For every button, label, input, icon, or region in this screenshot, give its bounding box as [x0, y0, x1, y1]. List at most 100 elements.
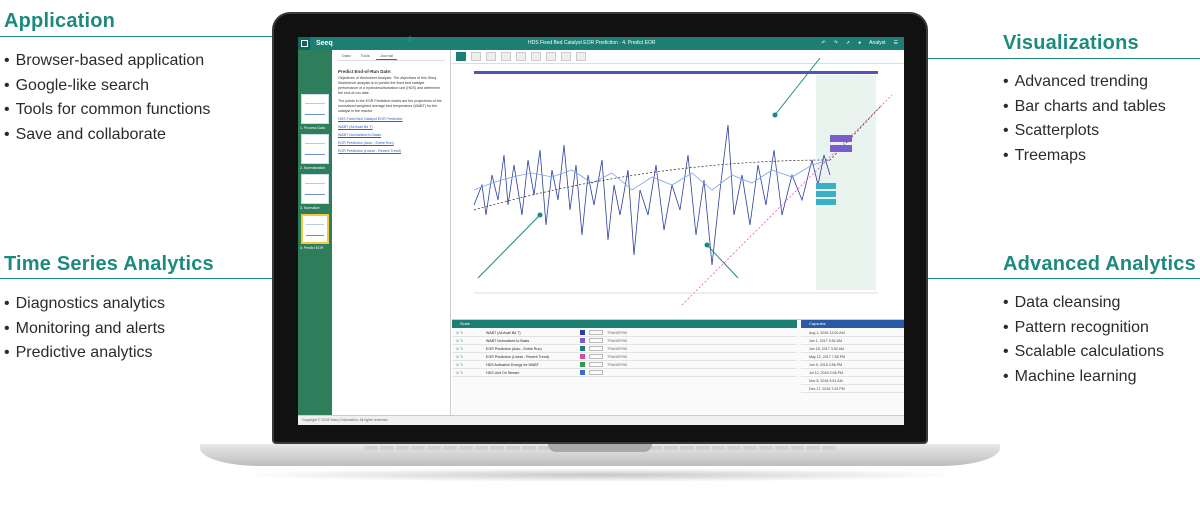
app-header: Seeq HDS Fixed Bed Catalyst EOR Predicti… [298, 37, 904, 50]
advanced-title: Advanced Analytics [1003, 253, 1196, 275]
capsule-row[interactable]: Nov 5, 2018 9:51 AM [801, 377, 904, 385]
row-icons: ☑ ✎ [456, 338, 464, 343]
tab-tools[interactable]: Tools [356, 52, 373, 60]
capsule-row[interactable]: Aug 1, 2016 12:00 AM [801, 329, 904, 337]
capsule-row[interactable]: Jun 9, 2018 3:56 PM [801, 361, 904, 369]
menu-icon[interactable]: ☰ [894, 40, 898, 46]
capsules-header[interactable]: Capsules [801, 320, 904, 328]
table-row[interactable]: ☑ ✎ WABT Normalized to Basis TRANSFRM [452, 337, 797, 345]
axis-label: TRANSFRM [607, 362, 627, 367]
journal-link[interactable]: WABT (All Avail Bd T) [338, 125, 445, 130]
row-icons: ☑ ✎ [456, 370, 464, 375]
journal-link[interactable]: EOR Prediction (Auto - Entire Run) [338, 141, 445, 146]
signal-swatch[interactable] [580, 370, 585, 375]
journal-link[interactable]: WABT Normalized to Basis [338, 133, 445, 138]
table-row[interactable]: ☑ ✎ EOR Prediction (Linear - Recent Tren… [452, 353, 797, 361]
toolbar-button[interactable] [486, 52, 496, 61]
signal-swatch[interactable] [580, 354, 585, 359]
axis-field[interactable] [589, 330, 603, 335]
worksheet-thumb[interactable] [301, 134, 329, 164]
axis-label: TRANSFRM [607, 354, 627, 359]
signal-swatch[interactable] [580, 338, 585, 343]
time-series-item: Diagnostics analytics [4, 292, 214, 317]
time-series-list: Diagnostics analytics Monitoring and ale… [4, 292, 214, 366]
signal-name: WABT (All Avail Bd T) [486, 330, 521, 335]
visualizations-list: Advanced trending Bar charts and tables … [1003, 70, 1166, 168]
worksheet-thumb-selected[interactable] [301, 214, 329, 244]
toolbar-button[interactable] [561, 52, 571, 61]
trend-chart[interactable] [452, 65, 904, 317]
capsule-row[interactable]: Jan 18, 2017 3:52 AM [801, 345, 904, 353]
toolbar-button[interactable] [516, 52, 526, 61]
application-list: Browser-based application Google-like se… [4, 49, 211, 147]
worksheet-thumb-label: 2. Normalization [300, 166, 326, 170]
application-title: Application [4, 10, 116, 32]
laptop-shadow [230, 468, 970, 482]
worksheet-thumb-label: 4. Predict EOR [300, 246, 324, 250]
trend-area [452, 50, 904, 318]
journal-paragraph: The points in the EOR Prediction charts … [338, 99, 442, 113]
worksheet-thumbnails: 1. Process Data 2. Normalization 3. Norm… [298, 50, 332, 415]
app-grid-icon[interactable] [298, 37, 310, 50]
trend-view-button[interactable] [456, 52, 466, 61]
axis-field[interactable] [589, 346, 603, 351]
capsule-row[interactable]: Jan 1, 2017 9:52 AM [801, 337, 904, 345]
visualizations-item: Advanced trending [1003, 70, 1166, 95]
worksheet-thumb[interactable] [301, 174, 329, 204]
table-row[interactable]: ☑ ✎ WABT (All Avail Bd T) TRANSFRM [452, 329, 797, 337]
journal-link[interactable]: EOR Prediction (Linear - Recent Trend) [338, 149, 445, 154]
table-row[interactable]: ☑ ✎ HDS Activation Energy for WABT TRANS… [452, 361, 797, 369]
capsule-row[interactable]: May 12, 2017 7:55 PM [801, 353, 904, 361]
tab-data[interactable]: Data [338, 52, 354, 60]
signal-name: EOR Prediction (Auto - Entire Run) [486, 346, 542, 351]
visualizations-panel: Visualizations Advanced trending Bar cha… [1003, 32, 1166, 168]
application-item: Google-like search [4, 74, 210, 99]
axis-field[interactable] [589, 338, 603, 343]
laptop-screen: Seeq HDS Fixed Bed Catalyst EOR Predicti… [298, 37, 904, 425]
toolbar-button[interactable] [546, 52, 556, 61]
redo-icon[interactable]: ↷ [834, 40, 838, 46]
details-pane: Scale Capsules ☑ ✎ WABT (All Avail Bd T)… [452, 319, 904, 415]
wabt-series [473, 124, 831, 266]
time-series-item: Monitoring and alerts [4, 317, 214, 342]
advanced-item: Scalable calculations [1003, 340, 1196, 365]
toolbar-button[interactable] [471, 52, 481, 61]
toolbar-button[interactable] [501, 52, 511, 61]
capsule-row[interactable]: Jul 12, 2018 2:08 PM [801, 369, 904, 377]
visualizations-item: Scatterplots [1003, 119, 1166, 144]
header-actions: ↶ ↷ ➚ ● Analyst ☰ [821, 40, 898, 46]
row-icons: ☑ ✎ [456, 330, 464, 335]
axis-label: TRANSFRM [607, 338, 627, 343]
signal-swatch[interactable] [580, 346, 585, 351]
advanced-item: Machine learning [1003, 365, 1196, 390]
signal-name: WABT Normalized to Basis [486, 338, 530, 343]
toolbar-button[interactable] [576, 52, 586, 61]
side-tabs: Data Tools Journal [338, 52, 445, 61]
scale-header[interactable]: Scale [452, 320, 797, 328]
application-item: Tools for common functions [4, 98, 211, 123]
axis-field[interactable] [589, 362, 603, 367]
undo-icon[interactable]: ↶ [821, 40, 825, 46]
toolbar-button[interactable] [531, 52, 541, 61]
table-row[interactable]: ☑ ✎ EOR Prediction (Auto - Entire Run) T… [452, 345, 797, 353]
axis-field[interactable] [589, 370, 603, 375]
journal-pane: Data Tools Journal Predict End-of-Run Da… [333, 50, 451, 415]
status-bar: Copyright © 2018 Seeq Corporation. All r… [298, 415, 904, 425]
worksheet-thumb-label: 3. Normalize [300, 206, 320, 210]
visualizations-item: Bar charts and tables [1003, 95, 1166, 120]
worksheet-thumb[interactable] [301, 94, 329, 124]
axis-field[interactable] [589, 354, 603, 359]
journal-link[interactable]: HDS Fixed Bed Catalyst EOR Prediction [338, 117, 445, 122]
axis-label: TRANSFRM [607, 330, 627, 335]
tab-journal[interactable]: Journal [375, 52, 397, 60]
table-row[interactable]: ☑ ✎ HDS Unit On Stream [452, 369, 797, 377]
user-icon[interactable]: ● [858, 40, 861, 46]
signal-swatch[interactable] [580, 330, 585, 335]
share-icon[interactable]: ➚ [846, 40, 850, 46]
app-logo: Seeq [316, 40, 333, 47]
user-name[interactable]: Analyst [869, 40, 885, 46]
row-icons: ☑ ✎ [456, 346, 464, 351]
signal-swatch[interactable] [580, 362, 585, 367]
journal-heading: Predict End-of-Run Date: [338, 69, 392, 74]
capsule-row[interactable]: Dec 17, 2018 7:43 PM [801, 385, 904, 393]
